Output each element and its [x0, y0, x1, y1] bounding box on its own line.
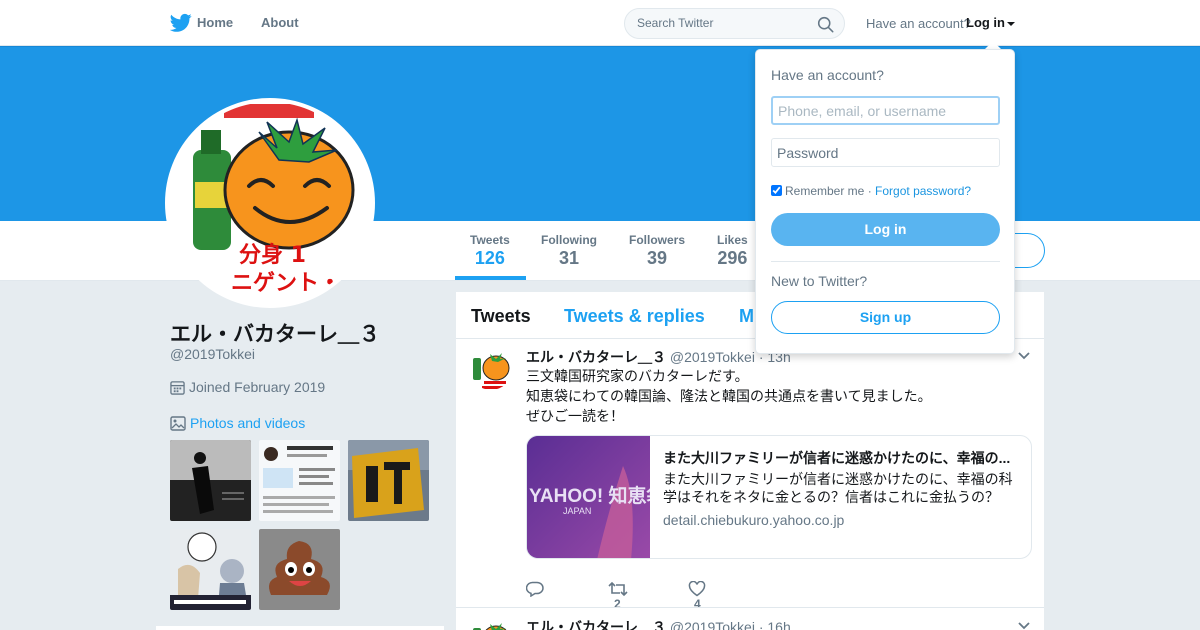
stat-label: Tweets [470, 233, 510, 247]
search-box[interactable] [624, 8, 845, 39]
thumbnail-image [170, 440, 251, 521]
tab-media[interactable]: M [739, 306, 754, 327]
avatar-caption-1: 分身 1 [239, 242, 306, 268]
card-image: YAHOO! 知恵袋 JAPAN [527, 436, 667, 558]
nav-about-link[interactable]: About [261, 15, 299, 30]
card-image-sublogo: JAPAN [563, 506, 591, 516]
left-card-edge [156, 626, 444, 630]
thumbnail-image [259, 440, 340, 521]
stat-tweets[interactable]: Tweets 126 [470, 233, 510, 269]
username-field[interactable] [771, 96, 1000, 125]
reply-icon [525, 581, 544, 598]
tab-tweets-and-replies[interactable]: Tweets & replies [564, 306, 705, 327]
thumbnail-image [259, 529, 340, 610]
avatar-caption-2: ニゲント・ [231, 271, 341, 296]
like-count: 4 [694, 597, 701, 611]
stat-value: 126 [474, 248, 505, 268]
calendar-icon [170, 381, 185, 395]
profile-name[interactable]: エル・バカターレ＿３ [170, 318, 380, 348]
stat-label: Likes [717, 233, 748, 247]
media-thumbnail[interactable] [348, 440, 429, 521]
top-navigation-bar: Home About Have an account? Log in [0, 0, 1200, 46]
tweet-author-name: エル・バカターレ＿３ [526, 619, 666, 630]
media-thumbnail[interactable] [170, 440, 251, 521]
login-toggle-label: Log in [966, 15, 1005, 30]
retweet-icon [608, 581, 628, 597]
caret-down-icon [1007, 21, 1015, 26]
joined-text: Joined February 2019 [189, 379, 326, 395]
tweet-avatar[interactable] [470, 348, 512, 390]
photos-and-videos-link[interactable]: Photos and videos [170, 415, 305, 431]
media-thumbnail[interactable] [170, 529, 251, 610]
stat-value: 39 [646, 248, 668, 268]
retweet-count: 2 [614, 597, 621, 611]
search-icon[interactable] [817, 16, 834, 33]
login-button[interactable]: Log in [771, 213, 1000, 246]
search-input[interactable] [637, 16, 807, 30]
account-prompt-text: Have an account? [866, 16, 971, 31]
link-preview-card[interactable]: YAHOO! 知恵袋 JAPAN また大川ファミリーが信者に迷惑かけたのに、幸福… [526, 435, 1032, 559]
new-to-twitter-text: New to Twitter? [771, 273, 868, 289]
stat-label: Following [541, 233, 597, 247]
thumbnail-image [348, 440, 429, 521]
login-dropdown-toggle[interactable]: Log in [966, 15, 1015, 30]
card-domain: detail.chiebukuro.yahoo.co.jp [663, 512, 845, 528]
login-dropdown: Have an account? Remember me · Forgot pa… [755, 49, 1015, 354]
card-image-graphic: YAHOO! 知恵袋 JAPAN [527, 436, 667, 558]
tweet-author-name: エル・バカターレ＿３ [526, 349, 666, 365]
chevron-down-icon[interactable] [1018, 622, 1030, 630]
tweet-author[interactable]: エル・バカターレ＿３ @2019Tokkei · 13h [526, 347, 791, 367]
stat-value: 31 [558, 248, 580, 268]
thumbnail-image [170, 529, 251, 610]
tweet-timestamp[interactable]: · 16h [759, 619, 791, 630]
separator-dot: · [867, 184, 872, 198]
signup-button[interactable]: Sign up [771, 301, 1000, 334]
profile-avatar[interactable]: 分身 1 ニゲント・ [165, 98, 375, 308]
twitter-bird-icon[interactable] [170, 13, 192, 33]
heart-icon [688, 580, 706, 597]
dropdown-divider [771, 261, 1000, 262]
tweet-avatar-image [470, 618, 512, 630]
password-field[interactable] [771, 138, 1000, 167]
tweet-text-line: 知恵袋にわての韓国論、隆法と韓国の共通点を書いて見ました。 [526, 388, 932, 404]
tweet-text-line: ぜひご一読を！ [526, 408, 624, 424]
tweet-author[interactable]: エル・バカターレ＿３ @2019Tokkei · 16h [526, 617, 791, 630]
profile-handle[interactable]: @2019Tokkei [170, 346, 255, 362]
remember-me-row: Remember me · Forgot password? [771, 184, 971, 198]
tweet-author-handle: @2019Tokkei [669, 349, 755, 365]
card-title: また大川ファミリーが信者に迷惑かけたのに、幸福の... [663, 450, 1011, 466]
stat-following[interactable]: Following 31 [541, 233, 597, 269]
photos-label: Photos and videos [190, 415, 306, 431]
tweet-text-line: 三文韓国研究家のバカターレだす。 [526, 368, 749, 384]
active-stat-underline [455, 276, 526, 280]
card-description: また大川ファミリーが信者に迷惑かけたのに、幸福の科学はそれをネタに金とるの？信者… [663, 471, 1013, 505]
chevron-down-icon[interactable] [1018, 352, 1030, 360]
tweet-avatar[interactable] [470, 618, 512, 630]
profile-joined: Joined February 2019 [170, 379, 325, 395]
avatar-image: 分身 1 ニゲント・ [169, 102, 371, 304]
card-image-logo: YAHOO! 知恵袋 [529, 484, 650, 507]
media-thumbnail[interactable] [259, 529, 340, 610]
stat-label: Followers [629, 233, 686, 247]
remember-me-checkbox[interactable] [771, 185, 782, 196]
reply-button[interactable] [525, 581, 544, 598]
media-thumbnail[interactable] [259, 440, 340, 521]
stat-value: 296 [717, 248, 748, 268]
nav-home-link[interactable]: Home [197, 15, 233, 30]
tweet-avatar-image [470, 348, 512, 390]
stat-followers[interactable]: Followers 39 [629, 233, 685, 269]
tweet-divider [456, 607, 1044, 608]
tweet-text: 三文韓国研究家のバカターレだす。 知恵袋にわての韓国論、隆法と韓国の共通点を書い… [526, 366, 932, 426]
stat-likes[interactable]: Likes 296 [717, 233, 748, 269]
forgot-password-link[interactable]: Forgot password? [875, 184, 971, 198]
photo-icon [170, 416, 186, 431]
remember-me-label[interactable]: Remember me [785, 184, 864, 198]
login-dropdown-title: Have an account? [771, 67, 884, 83]
tweet-author-handle: @2019Tokkei [669, 619, 755, 630]
tab-tweets[interactable]: Tweets [471, 306, 531, 327]
